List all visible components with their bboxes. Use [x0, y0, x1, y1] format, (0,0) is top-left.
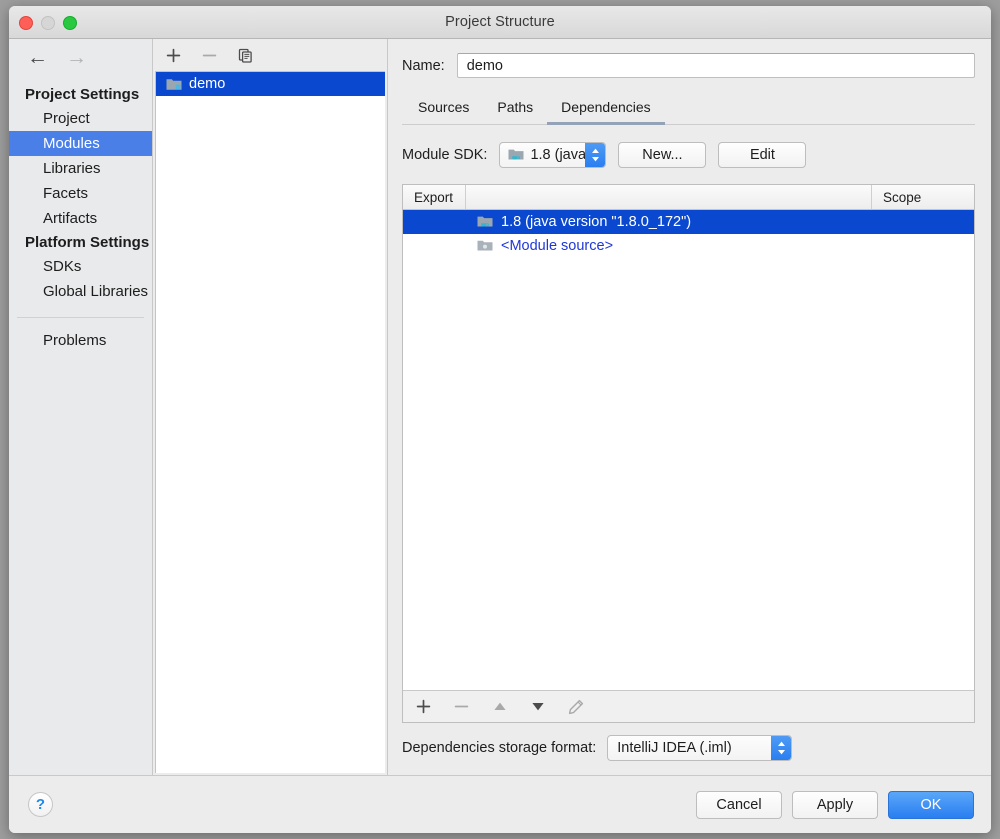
storage-format-select[interactable]: IntelliJ IDEA (.iml): [607, 735, 793, 761]
sidebar-item-sdks[interactable]: SDKs: [9, 254, 152, 279]
column-header-name[interactable]: [466, 185, 872, 209]
cancel-button[interactable]: Cancel: [696, 790, 782, 819]
dependency-label: <Module source>: [501, 238, 614, 254]
column-header-scope[interactable]: Scope: [872, 185, 974, 209]
modules-list[interactable]: demo: [155, 71, 385, 773]
module-name-row: Name: demo: [402, 39, 975, 78]
module-name-label: Name:: [402, 57, 445, 74]
java-sdk-icon: [508, 148, 525, 162]
move-down-button[interactable]: [528, 697, 547, 716]
tab-sources[interactable]: Sources: [404, 95, 483, 125]
sidebar-item-global-libraries[interactable]: Global Libraries: [9, 279, 152, 304]
module-sdk-select[interactable]: 1.8 (java: [499, 142, 607, 168]
dialog-body: ← → Project Settings Project Modules Lib…: [9, 39, 991, 775]
dependencies-table: Export Scope 1.8 (java version "1.8.0_17…: [402, 184, 975, 723]
sidebar-item-libraries[interactable]: Libraries: [9, 156, 152, 181]
apply-button[interactable]: Apply: [792, 790, 878, 819]
cell-name: <Module source>: [466, 238, 974, 254]
project-structure-dialog: Project Structure ← → Project Settings P…: [9, 6, 991, 833]
sidebar-item-project[interactable]: Project: [9, 106, 152, 131]
tab-paths[interactable]: Paths: [483, 95, 547, 125]
module-name-input[interactable]: demo: [456, 53, 975, 78]
sidebar-item-artifacts[interactable]: Artifacts: [9, 206, 152, 231]
add-dependency-button[interactable]: [414, 697, 433, 716]
sidebar-item-problems[interactable]: Problems: [9, 328, 152, 353]
dependencies-table-header: Export Scope: [403, 185, 974, 210]
minimize-button[interactable]: [41, 16, 55, 30]
remove-module-button[interactable]: [200, 46, 219, 65]
add-module-button[interactable]: [164, 46, 183, 65]
title-bar: Project Structure: [9, 6, 991, 39]
copy-module-button[interactable]: [236, 46, 255, 65]
tab-dependencies[interactable]: Dependencies: [547, 95, 665, 125]
help-button[interactable]: ?: [28, 792, 53, 817]
storage-format-stepper[interactable]: [771, 736, 792, 760]
sidebar-item-modules[interactable]: Modules: [9, 131, 152, 156]
sidebar-list: Project Settings Project Modules Librari…: [9, 75, 152, 353]
edit-sdk-button[interactable]: Edit: [718, 142, 807, 168]
new-sdk-button[interactable]: New...: [618, 142, 707, 168]
sidebar-divider: [17, 317, 144, 318]
modules-toolbar: [153, 39, 387, 71]
java-sdk-icon: [477, 215, 494, 229]
module-list-item[interactable]: demo: [156, 72, 385, 96]
cell-name: 1.8 (java version "1.8.0_172"): [466, 214, 974, 230]
module-sdk-row: Module SDK: 1.8 (java New... Edit: [402, 142, 975, 168]
module-source-icon: [477, 239, 494, 253]
module-sdk-stepper[interactable]: [585, 143, 606, 167]
sidebar-group-project-settings: Project Settings: [25, 86, 140, 103]
footer-buttons: Cancel Apply OK: [696, 790, 974, 819]
close-button[interactable]: [19, 16, 33, 30]
settings-sidebar: ← → Project Settings Project Modules Lib…: [9, 39, 153, 775]
storage-format-value: IntelliJ IDEA (.iml): [617, 740, 732, 756]
modules-panel: demo: [153, 39, 388, 775]
zoom-button[interactable]: [63, 16, 77, 30]
screen-root: Project Structure ← → Project Settings P…: [0, 0, 1000, 839]
module-tabs: Sources Paths Dependencies: [402, 95, 975, 125]
dependencies-table-body[interactable]: 1.8 (java version "1.8.0_172") <Module s…: [403, 210, 974, 690]
forward-arrow-icon[interactable]: →: [66, 47, 87, 68]
dependencies-toolbar: [403, 690, 974, 722]
move-up-button[interactable]: [490, 697, 509, 716]
ok-button[interactable]: OK: [888, 790, 974, 819]
module-editor: Name: demo Sources Paths Dependencies Mo…: [388, 39, 991, 775]
table-row[interactable]: 1.8 (java version "1.8.0_172"): [403, 210, 974, 234]
window-controls: [19, 16, 77, 30]
remove-dependency-button[interactable]: [452, 697, 471, 716]
dependency-label: 1.8 (java version "1.8.0_172"): [501, 214, 692, 230]
sidebar-item-facets[interactable]: Facets: [9, 181, 152, 206]
module-sdk-value: 1.8 (java: [530, 147, 587, 163]
back-arrow-icon[interactable]: ←: [27, 47, 48, 68]
table-row[interactable]: <Module source>: [403, 234, 974, 258]
storage-format-label: Dependencies storage format:: [402, 740, 597, 756]
module-sdk-label: Module SDK:: [402, 147, 488, 163]
sidebar-group-platform-settings: Platform Settings: [25, 234, 150, 251]
module-folder-icon: [166, 77, 182, 91]
dialog-footer: ? Cancel Apply OK: [9, 775, 991, 833]
sidebar-navigation: ← →: [9, 39, 152, 75]
pencil-icon[interactable]: [566, 697, 585, 716]
window-title: Project Structure: [445, 14, 555, 30]
module-list-item-label: demo: [189, 76, 226, 92]
column-header-export[interactable]: Export: [403, 185, 466, 209]
storage-format-row: Dependencies storage format: IntelliJ ID…: [402, 723, 975, 775]
